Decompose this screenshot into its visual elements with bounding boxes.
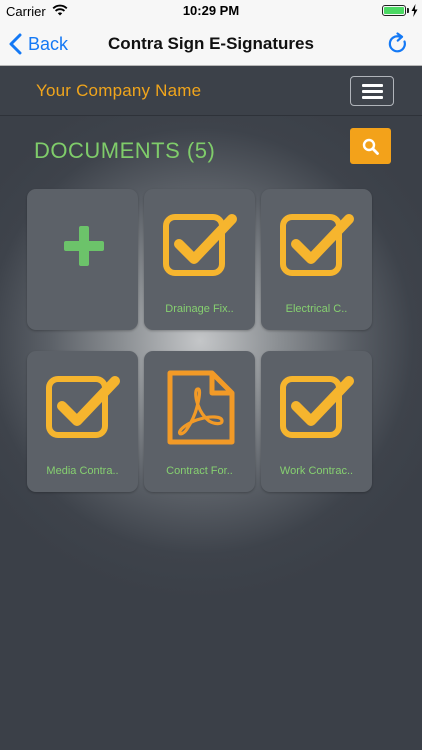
menu-button[interactable] (350, 76, 394, 106)
battery-icon (382, 5, 406, 16)
checkmark-icon (280, 214, 354, 276)
company-header: Your Company Name (0, 66, 422, 116)
navigation-bar: Back Contra Sign E-Signatures (0, 22, 422, 66)
add-icon (64, 226, 104, 266)
document-tile[interactable]: Electrical C.. (261, 189, 372, 330)
hamburger-icon-line (362, 90, 383, 93)
documents-section: DOCUMENTS (5) Drainage Fix.. Electrical … (0, 116, 422, 750)
add-document-tile[interactable] (27, 189, 138, 330)
hamburger-icon-line (362, 84, 383, 87)
battery-cap (407, 8, 409, 13)
charging-bolt-icon (411, 4, 418, 17)
document-label: Contract For.. (166, 465, 233, 477)
search-icon (362, 138, 379, 155)
document-tile[interactable]: Contract For.. (144, 351, 255, 492)
status-bar: Carrier 10:29 PM (0, 0, 422, 22)
document-tile[interactable]: Media Contra.. (27, 351, 138, 492)
nav-title: Contra Sign E-Signatures (108, 34, 314, 53)
hamburger-icon-line (362, 96, 383, 99)
document-label: Media Contra.. (46, 465, 119, 477)
company-name: Your Company Name (36, 81, 202, 100)
documents-heading: DOCUMENTS (5) (34, 138, 216, 163)
checkmark-icon (163, 214, 237, 276)
status-time: 10:29 PM (182, 3, 240, 18)
document-tile[interactable]: Work Contrac.. (261, 351, 372, 492)
document-label: Drainage Fix.. (165, 303, 234, 315)
checkmark-icon (46, 376, 120, 438)
document-label: Work Contrac.. (279, 465, 354, 477)
pdf-icon (167, 370, 235, 445)
refresh-icon[interactable] (386, 32, 410, 56)
checkmark-icon (280, 376, 354, 438)
search-button[interactable] (350, 128, 391, 164)
document-tile[interactable]: Drainage Fix.. (144, 189, 255, 330)
document-label: Electrical C.. (285, 303, 348, 315)
